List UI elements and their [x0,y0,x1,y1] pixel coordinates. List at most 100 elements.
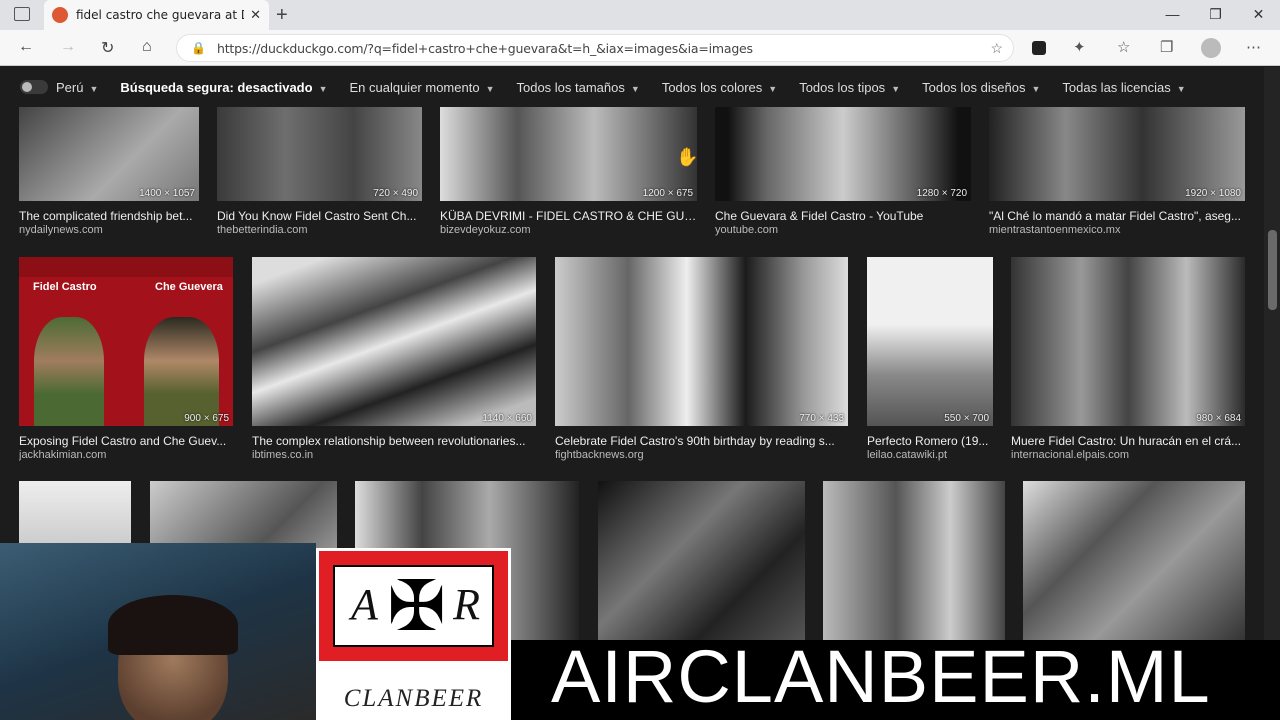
image-dimensions: 900 × 675 [184,413,229,424]
result-source[interactable]: ibtimes.co.in [252,449,536,461]
image-filter-bar: Perú ▼ Búsqueda segura: desactivado ▼ En c… [0,67,1264,107]
filter-region[interactable]: Perú ▼ [56,80,98,95]
filter-color-label: Todos los colores [661,79,763,95]
profile-avatar[interactable] [1201,38,1221,58]
result-image[interactable]: 720 × 490 [217,107,422,201]
result-image[interactable] [1023,481,1245,641]
url-text[interactable]: https://duckduckgo.com/?q=fidel+castro+c… [217,41,753,56]
favorites-icon[interactable]: ☆ [1117,38,1130,56]
result-source[interactable]: thebetterindia.com [217,224,422,236]
result-source[interactable]: leilao.catawiki.pt [867,449,993,461]
image-dimensions: 1920 × 1080 [1185,188,1241,199]
duckduckgo-favicon-icon [52,7,68,23]
result-tile[interactable]: 1920 × 1080 "Al Ché lo mandó a matar Fid… [989,107,1245,237]
result-tile[interactable]: 1280 × 720 Che Guevara & Fidel Castro - … [715,107,971,237]
lock-icon[interactable]: 🔒 [191,41,206,55]
clanbeer-logo: A ✠ R CLANBEER [316,548,511,720]
result-source[interactable]: mientrastantoenmexico.mx [989,224,1245,236]
image-dimensions: 550 × 700 [944,413,989,424]
result-source[interactable]: jackhakimian.com [19,449,233,461]
result-image[interactable]: 1920 × 1080 [989,107,1245,201]
tab-title: fidel castro che guevara at Duck [76,8,244,22]
filter-safe-search-label: Búsqueda segura: desactivado [120,79,313,95]
image-dimensions: 720 × 490 [373,188,418,199]
result-image[interactable]: 980 × 684 [1011,257,1245,426]
result-tile[interactable]: 1140 × 660 The complex relationship betw… [252,257,536,463]
filter-time[interactable]: En cualquier momento ▼ [349,80,494,95]
result-tile[interactable]: 1200 × 675 KÜBA DEVRIMI - FIDEL CASTRO &… [440,107,697,237]
filter-size-label: Todos los tamaños [516,79,625,95]
result-source[interactable]: internacional.elpais.com [1011,449,1245,461]
result-image[interactable]: 1280 × 720 [715,107,971,201]
result-image[interactable] [823,481,1005,641]
restore-icon[interactable]: ❐ [1194,0,1237,30]
filter-type[interactable]: Todos los tipos ▼ [799,80,900,95]
chevron-down-icon: ▼ [318,83,328,94]
close-window-icon[interactable]: ✕ [1237,0,1280,30]
result-image[interactable]: Fidel Castro Che Guevera 900 × 675 [19,257,233,426]
add-favorite-icon[interactable]: ☆ [990,40,1003,57]
region-toggle[interactable] [20,80,48,94]
result-tile[interactable]: 1400 × 1057 The complicated friendship b… [19,107,199,237]
forward-icon[interactable]: → [60,38,76,56]
filter-license-label: Todas las licencias [1062,79,1171,95]
chevron-down-icon: ▼ [1031,83,1041,94]
result-image[interactable]: 550 × 700 [867,257,993,426]
filter-region-label: Perú [56,79,84,95]
chevron-down-icon: ▼ [768,83,778,94]
result-tile[interactable]: 980 × 684 Muere Fidel Castro: Un huracán… [1011,257,1245,463]
tab-actions-icon[interactable] [14,7,30,21]
minimize-icon[interactable]: — [1151,0,1194,30]
new-tab-button[interactable]: + [276,4,288,27]
result-image[interactable]: 770 × 433 [555,257,848,426]
filter-size[interactable]: Todos los tamaños ▼ [516,80,639,95]
browser-tab[interactable]: fidel castro che guevara at Duck ✕ [44,0,269,30]
result-caption[interactable]: The complex relationship between revolut… [252,434,536,448]
result-image[interactable] [598,481,805,641]
result-image[interactable]: 1140 × 660 [252,257,536,426]
reload-icon[interactable]: ↻ [101,38,114,58]
address-toolbar: ← → ↻ ⌂ 🔒 https://duckduckgo.com/?q=fide… [0,30,1280,66]
menu-dots-icon[interactable]: ⋯ [1246,38,1261,56]
filter-type-label: Todos los tipos [799,79,886,95]
result-caption[interactable]: "Al Ché lo mandó a matar Fidel Castro", … [989,209,1245,223]
result-caption[interactable]: Che Guevara & Fidel Castro - YouTube [715,209,971,223]
filter-layout[interactable]: Todos los diseños ▼ [922,80,1040,95]
extensions-puzzle-icon[interactable]: ✦ [1073,38,1086,56]
result-source[interactable]: fightbacknews.org [555,449,848,461]
result-image[interactable]: 1400 × 1057 [19,107,199,201]
result-source[interactable]: nydailynews.com [19,224,199,236]
collections-icon[interactable]: ❐ [1160,38,1173,56]
filter-layout-label: Todos los diseños [922,79,1026,95]
chevron-down-icon: ▼ [891,83,901,94]
scrollbar-thumb[interactable] [1268,230,1277,310]
extension-icon[interactable] [1032,41,1046,55]
person-hair [108,595,238,655]
chevron-down-icon: ▼ [485,83,495,94]
filter-license[interactable]: Todas las licencias ▼ [1062,80,1185,95]
mouse-cursor-icon: ✋ [676,147,699,167]
back-icon[interactable]: ← [18,38,34,56]
result-tile[interactable]: Fidel Castro Che Guevera 900 × 675 Expos… [19,257,233,463]
page-scrollbar[interactable] [1264,67,1280,720]
result-tile[interactable]: 550 × 700 Perfecto Romero (19... leilao.… [867,257,993,463]
result-caption[interactable]: Did You Know Fidel Castro Sent Ch... [217,209,422,223]
result-caption[interactable]: Muere Fidel Castro: Un huracán en el crá… [1011,434,1245,448]
result-source[interactable]: bizevdeyokuz.com [440,224,697,236]
home-icon[interactable]: ⌂ [142,38,152,56]
result-source[interactable]: youtube.com [715,224,971,236]
result-tile[interactable]: 720 × 490 Did You Know Fidel Castro Sent… [217,107,422,237]
address-bar[interactable]: 🔒 https://duckduckgo.com/?q=fidel+castro… [176,34,1014,62]
result-caption[interactable]: The complicated friendship bet... [19,209,199,223]
logo-letter-a: A [351,580,378,629]
result-caption[interactable]: Exposing Fidel Castro and Che Guev... [19,434,233,448]
logo-letter-r: R [453,580,480,629]
result-caption[interactable]: Perfecto Romero (19... [867,434,993,448]
result-caption[interactable]: KÜBA DEVRIMI - FIDEL CASTRO & CHE GUE... [440,209,697,223]
filter-color[interactable]: Todos los colores ▼ [662,80,777,95]
filter-safe-search[interactable]: Búsqueda segura: desactivado ▼ [120,80,327,95]
tab-close-icon[interactable]: ✕ [250,7,261,23]
result-image[interactable]: 1200 × 675 [440,107,697,201]
result-tile[interactable]: 770 × 433 Celebrate Fidel Castro's 90th … [555,257,848,463]
result-caption[interactable]: Celebrate Fidel Castro's 90th birthday b… [555,434,848,448]
